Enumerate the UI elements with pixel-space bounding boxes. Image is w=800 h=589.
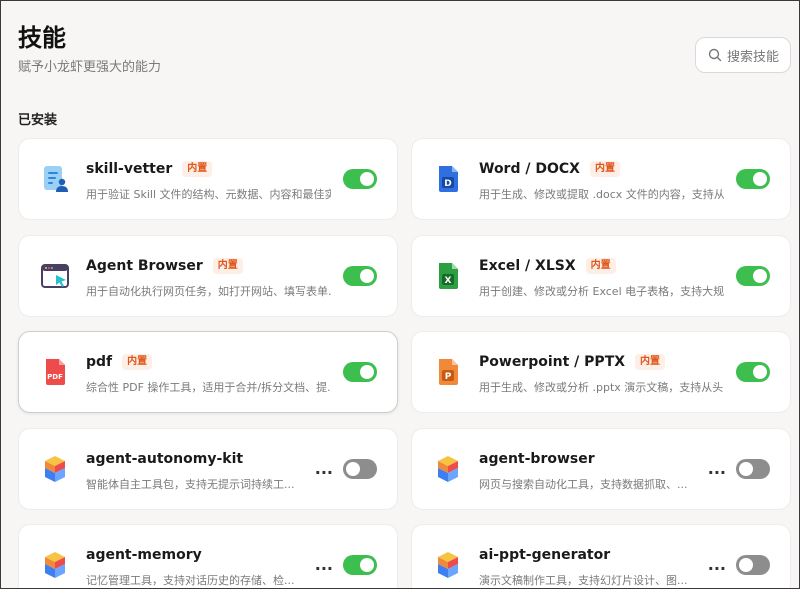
toggle-knob bbox=[360, 269, 374, 283]
toggle-knob bbox=[753, 365, 767, 379]
more-options-button[interactable]: ... bbox=[315, 459, 333, 479]
search-icon bbox=[708, 48, 722, 62]
skill-description: 综合性 PDF 操作工具，适用于合并/拆分文档、提... bbox=[86, 381, 331, 394]
page-subtitle: 赋予小龙虾更强大的能力 bbox=[18, 60, 162, 75]
toggle-knob bbox=[753, 172, 767, 186]
toggle-knob bbox=[739, 462, 753, 476]
skill-name: Excel / XLSX bbox=[479, 258, 576, 274]
toggle-knob bbox=[739, 558, 753, 572]
toggle-knob bbox=[753, 269, 767, 283]
toggle-knob bbox=[360, 558, 374, 572]
toggle-knob bbox=[360, 172, 374, 186]
toggle-knob bbox=[346, 462, 360, 476]
word-doc-icon: D bbox=[439, 166, 458, 192]
skill-description: 用于生成、修改或提取 .docx 文件的内容，支持从... bbox=[479, 188, 724, 201]
skill-name: agent-autonomy-kit bbox=[86, 451, 244, 467]
skill-toggle[interactable] bbox=[736, 459, 770, 479]
svg-text:D: D bbox=[444, 179, 451, 189]
skill-description: 用于验证 Skill 文件的结构、元数据、内容和最佳实... bbox=[86, 188, 331, 201]
builtin-badge: 内置 bbox=[589, 161, 620, 177]
cube-stack-icon bbox=[438, 552, 458, 578]
svg-text:PDF: PDF bbox=[47, 373, 63, 381]
skill-name-row: Powerpoint / PPTX 内置 bbox=[479, 354, 666, 370]
skill-name: Word / DOCX bbox=[479, 161, 580, 177]
skill-name: agent-memory bbox=[86, 547, 202, 563]
skill-card-excel-xlsx[interactable]: X Excel / XLSX 内置 用于创建、修改或分析 Excel 电子表格，… bbox=[411, 235, 791, 317]
search-skills-button[interactable]: 搜索技能 bbox=[695, 37, 791, 73]
skill-toggle[interactable] bbox=[343, 169, 377, 189]
svg-text:X: X bbox=[445, 276, 452, 286]
skill-name-row: skill-vetter 内置 bbox=[86, 161, 213, 177]
skill-toggle[interactable] bbox=[343, 555, 377, 575]
pdf-file-icon: PDF bbox=[46, 359, 65, 385]
builtin-badge: 内置 bbox=[635, 354, 666, 370]
skill-name-row: ai-ppt-generator bbox=[479, 547, 610, 563]
skill-name: ai-ppt-generator bbox=[479, 547, 611, 563]
builtin-badge: 内置 bbox=[182, 161, 213, 177]
skill-card-powerpoint-pptx[interactable]: P Powerpoint / PPTX 内置 用于生成、修改或分析 .pptx … bbox=[411, 331, 791, 413]
excel-sheet-icon: X bbox=[439, 263, 458, 289]
installed-section-heading: 已安装 bbox=[18, 113, 58, 128]
more-options-button[interactable]: ... bbox=[315, 555, 333, 575]
more-options-button[interactable]: ... bbox=[708, 555, 726, 575]
browser-window-icon bbox=[41, 264, 69, 288]
skill-name: skill-vetter bbox=[86, 161, 173, 177]
more-options-button[interactable]: ... bbox=[708, 459, 726, 479]
skill-toggle[interactable] bbox=[736, 362, 770, 382]
cube-stack-icon bbox=[438, 456, 458, 482]
skill-card-agent-autonomy-kit[interactable]: agent-autonomy-kit 智能体自主工具包，支持无提示词持续工...… bbox=[18, 428, 398, 510]
skill-card-pdf[interactable]: PDF pdf 内置 综合性 PDF 操作工具，适用于合并/拆分文档、提... bbox=[18, 331, 398, 413]
skill-name: Agent Browser bbox=[86, 258, 203, 274]
skill-card-word-docx[interactable]: D Word / DOCX 内置 用于生成、修改或提取 .docx 文件的内容，… bbox=[411, 138, 791, 220]
skill-name-row: agent-browser bbox=[479, 451, 595, 467]
skill-toggle[interactable] bbox=[736, 169, 770, 189]
skill-name: pdf bbox=[86, 354, 113, 370]
skill-card-agent-browser-lower[interactable]: agent-browser 网页与搜索自动化工具，支持数据抓取、... ... bbox=[411, 428, 791, 510]
skill-name: agent-browser bbox=[479, 451, 595, 467]
skill-description: 用于自动化执行网页任务，如打开网站、填写表单... bbox=[86, 285, 331, 298]
document-user-icon bbox=[44, 166, 68, 192]
skill-description: 智能体自主工具包，支持无提示词持续工... bbox=[86, 478, 295, 491]
skill-name-row: Excel / XLSX 内置 bbox=[479, 258, 616, 274]
builtin-badge: 内置 bbox=[212, 258, 243, 274]
skill-name: Powerpoint / PPTX bbox=[479, 354, 626, 370]
skill-name-row: Word / DOCX 内置 bbox=[479, 161, 620, 177]
skill-name-row: pdf 内置 bbox=[86, 354, 153, 370]
skill-description: 用于创建、修改或分析 Excel 电子表格，支持大规... bbox=[479, 285, 724, 298]
skill-name-row: agent-memory bbox=[86, 547, 202, 563]
skill-description: 用于生成、修改或分析 .pptx 演示文稿，支持从头... bbox=[479, 381, 724, 394]
skill-toggle[interactable] bbox=[736, 266, 770, 286]
skill-card-agent-browser[interactable]: Agent Browser 内置 用于自动化执行网页任务，如打开网站、填写表单.… bbox=[18, 235, 398, 317]
skill-description: 记忆管理工具，支持对话历史的存储、检... bbox=[86, 574, 295, 587]
builtin-badge: 内置 bbox=[585, 258, 616, 274]
cube-stack-icon bbox=[45, 552, 65, 578]
skill-card-agent-memory[interactable]: agent-memory 记忆管理工具，支持对话历史的存储、检... ... bbox=[18, 524, 398, 589]
skill-card-ai-ppt-generator[interactable]: ai-ppt-generator 演示文稿制作工具，支持幻灯片设计、图... .… bbox=[411, 524, 791, 589]
page-title: 技能 bbox=[18, 24, 66, 52]
skill-description: 演示文稿制作工具，支持幻灯片设计、图... bbox=[479, 574, 688, 587]
skill-toggle[interactable] bbox=[343, 362, 377, 382]
skill-description: 网页与搜索自动化工具，支持数据抓取、... bbox=[479, 478, 688, 491]
skill-toggle[interactable] bbox=[343, 459, 377, 479]
skill-toggle[interactable] bbox=[736, 555, 770, 575]
powerpoint-file-icon: P bbox=[439, 359, 458, 385]
search-skills-label: 搜索技能 bbox=[727, 49, 780, 65]
skill-toggle[interactable] bbox=[343, 266, 377, 286]
builtin-badge: 内置 bbox=[122, 354, 153, 370]
skill-card-skill-vetter[interactable]: skill-vetter 内置 用于验证 Skill 文件的结构、元数据、内容和… bbox=[18, 138, 398, 220]
svg-text:P: P bbox=[445, 372, 452, 382]
skill-name-row: agent-autonomy-kit bbox=[86, 451, 243, 467]
skill-name-row: Agent Browser 内置 bbox=[86, 258, 243, 274]
toggle-knob bbox=[360, 365, 374, 379]
cube-stack-icon bbox=[45, 456, 65, 482]
